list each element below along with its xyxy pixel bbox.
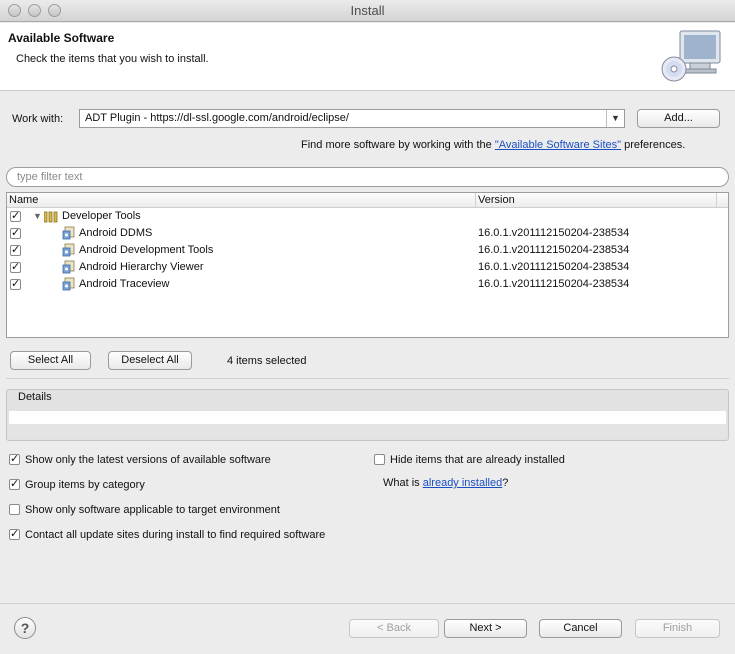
minimize-window-button[interactable] xyxy=(28,4,41,17)
tree-row[interactable]: ✓ Android Development Tools 16.0.1.v2011… xyxy=(7,242,728,259)
item-name: Android Development Tools xyxy=(79,244,214,256)
contact-update-sites-label: Contact all update sites during install … xyxy=(25,529,326,541)
item-version: 16.0.1.v201112150204-238534 xyxy=(478,278,630,290)
group-by-category-label: Group items by category xyxy=(25,479,145,491)
group-by-category-checkbox[interactable]: ✓ xyxy=(9,479,20,490)
group-label: Developer Tools xyxy=(62,210,141,222)
back-button[interactable]: < Back xyxy=(349,619,439,638)
tree-header: Name Version xyxy=(7,193,728,208)
page-title: Available Software xyxy=(8,31,115,45)
item-version: 16.0.1.v201112150204-238534 xyxy=(478,227,630,239)
category-icon xyxy=(44,211,58,223)
software-tree[interactable]: Name Version ✓ ▼ Developer Tools ✓ Andro… xyxy=(6,192,729,338)
selection-status: 4 items selected xyxy=(227,355,307,367)
item-version: 16.0.1.v201112150204-238534 xyxy=(478,261,630,273)
applicable-only-checkbox[interactable] xyxy=(9,504,20,515)
finish-button[interactable]: Finish xyxy=(635,619,720,638)
latest-versions-checkbox[interactable]: ✓ xyxy=(9,454,20,465)
details-group: Details xyxy=(6,389,729,441)
hide-installed-label: Hide items that are already installed xyxy=(390,454,565,466)
already-installed-link[interactable]: already installed xyxy=(423,477,503,489)
tree-row[interactable]: ✓ Android DDMS 16.0.1.v201112150204-2385… xyxy=(7,225,728,242)
close-window-button[interactable] xyxy=(8,4,21,17)
contact-update-sites-checkbox[interactable]: ✓ xyxy=(9,529,20,540)
monitor-cd-icon xyxy=(661,30,721,82)
item-version: 16.0.1.v201112150204-238534 xyxy=(478,244,630,256)
item-name: Android Traceview xyxy=(79,278,170,290)
what-is-installed-text: What is already installed? xyxy=(383,477,509,489)
add-site-button[interactable]: Add... xyxy=(637,109,720,128)
feature-plugin-icon xyxy=(62,260,75,274)
window-title: Install xyxy=(350,3,385,18)
footer-divider xyxy=(0,603,735,604)
tree-group-row[interactable]: ✓ ▼ Developer Tools xyxy=(7,208,728,225)
details-text-area[interactable] xyxy=(9,411,726,438)
next-button[interactable]: Next > xyxy=(444,619,527,638)
details-label: Details xyxy=(18,391,52,403)
group-checkbox[interactable]: ✓ xyxy=(10,211,21,222)
chevron-down-icon[interactable]: ▼ xyxy=(606,110,624,127)
work-with-label: Work with: xyxy=(12,113,64,125)
item-checkbox[interactable]: ✓ xyxy=(10,245,21,256)
wizard-banner: Available Software Check the items that … xyxy=(0,23,735,91)
column-name-header[interactable]: Name xyxy=(9,193,38,207)
work-with-value: ADT Plugin - https://dl-ssl.google.com/a… xyxy=(85,112,349,124)
item-checkbox[interactable]: ✓ xyxy=(10,279,21,290)
item-name: Android DDMS xyxy=(79,227,153,239)
feature-plugin-icon xyxy=(62,226,75,240)
latest-versions-label: Show only the latest versions of availab… xyxy=(25,454,271,466)
item-name: Android Hierarchy Viewer xyxy=(79,261,204,273)
filter-input[interactable]: type filter text xyxy=(6,167,729,187)
feature-plugin-icon xyxy=(62,277,75,291)
zoom-window-button[interactable] xyxy=(48,4,61,17)
available-software-sites-link[interactable]: "Available Software Sites" xyxy=(495,139,621,151)
feature-plugin-icon xyxy=(62,243,75,257)
tree-row[interactable]: ✓ Android Traceview 16.0.1.v201112150204… xyxy=(7,276,728,293)
window-titlebar: Install xyxy=(0,0,735,22)
divider xyxy=(6,378,729,379)
hide-installed-checkbox[interactable] xyxy=(374,454,385,465)
expand-triangle-icon[interactable]: ▼ xyxy=(33,208,42,225)
deselect-all-button[interactable]: Deselect All xyxy=(108,351,192,370)
column-version-header[interactable]: Version xyxy=(478,193,515,207)
applicable-only-label: Show only software applicable to target … xyxy=(25,504,280,516)
help-icon[interactable]: ? xyxy=(14,617,36,639)
find-more-text: Find more software by working with the "… xyxy=(301,139,686,151)
cancel-button[interactable]: Cancel xyxy=(539,619,622,638)
work-with-combo[interactable]: ADT Plugin - https://dl-ssl.google.com/a… xyxy=(79,109,625,128)
item-checkbox[interactable]: ✓ xyxy=(10,262,21,273)
item-checkbox[interactable]: ✓ xyxy=(10,228,21,239)
page-subtitle: Check the items that you wish to install… xyxy=(16,53,209,65)
tree-row[interactable]: ✓ Android Hierarchy Viewer 16.0.1.v20111… xyxy=(7,259,728,276)
select-all-button[interactable]: Select All xyxy=(10,351,91,370)
